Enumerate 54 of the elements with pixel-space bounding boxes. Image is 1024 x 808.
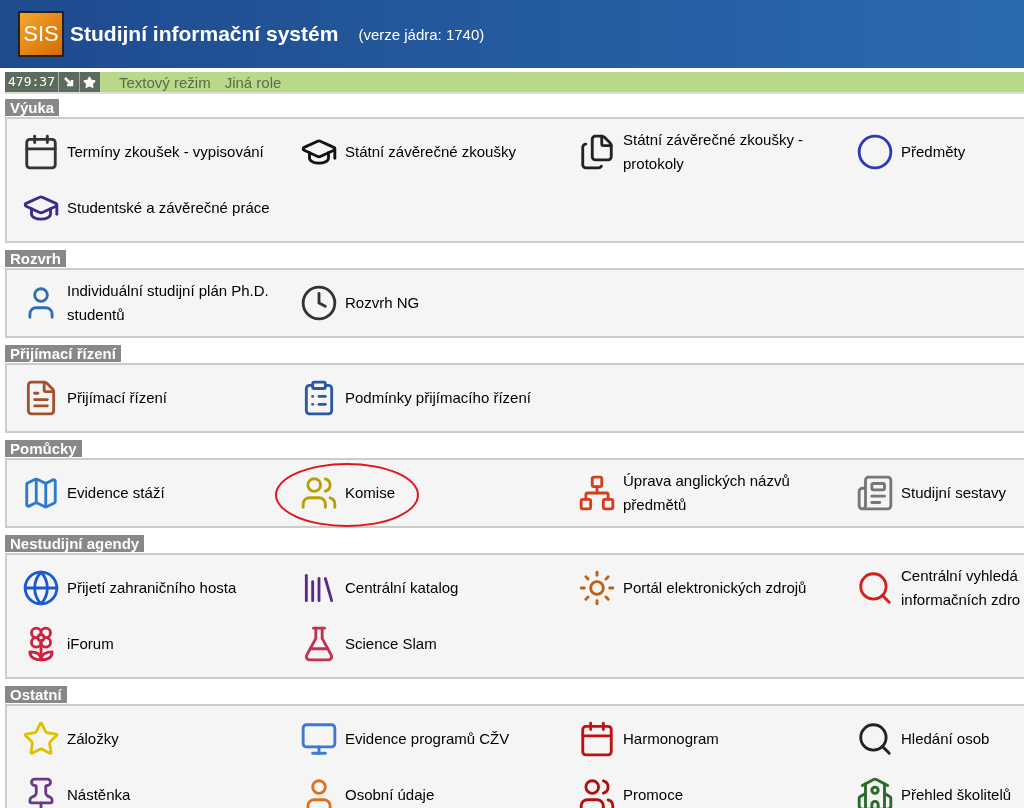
menu-link[interactable]: Termíny zkoušek - vypisování	[19, 124, 264, 180]
menu-link[interactable]: Přijetí zahraničního hosta	[19, 560, 237, 616]
menu-link[interactable]: Evidence programů CŽV	[297, 711, 510, 767]
menu-link[interactable]: Hledání osob	[853, 711, 990, 767]
menu-link[interactable]: Science Slam	[297, 616, 437, 672]
menu-link[interactable]: Promoce	[575, 767, 684, 808]
arrow-icon	[62, 76, 75, 88]
toolbar-link[interactable]: Jiná role	[224, 73, 282, 91]
clock-icon	[300, 284, 338, 322]
section-title: Rozvrh	[5, 250, 66, 267]
menu-link[interactable]: Státní závěrečné zkoušky	[297, 124, 516, 180]
documents-icon	[578, 133, 616, 171]
section-title: Přijímací řízení	[5, 345, 121, 362]
toolbar-link[interactable]: Textový režim	[118, 73, 211, 91]
menu-link[interactable]: Přijímací řízení	[19, 370, 168, 426]
version-text: (verze jádra: 1740)	[358, 25, 485, 43]
menu-link[interactable]: Komise	[297, 465, 396, 521]
menu-link[interactable]: Předměty	[853, 124, 966, 180]
section-title: Nestudijní agendy	[5, 535, 145, 552]
menu-link[interactable]: Studijní sestavy	[853, 465, 1007, 521]
calendar-icon	[578, 720, 616, 758]
magnifier-icon	[856, 720, 894, 758]
menu-link[interactable]: iForum	[19, 616, 114, 672]
menu-link[interactable]: Portál elektronických zdrojů	[575, 560, 807, 616]
calendar-icon	[22, 133, 60, 171]
menu-link[interactable]: Rozvrh NG	[297, 275, 420, 331]
menu-link[interactable]: Nástěnka	[19, 767, 131, 808]
monitor-icon	[300, 720, 338, 758]
globe-icon	[22, 569, 60, 607]
menu-link[interactable]: Podmínky přijímacího řízení	[297, 370, 531, 426]
menu-link[interactable]: Osobní údaje	[297, 767, 435, 808]
people-icon	[300, 474, 338, 512]
arrow-button[interactable]	[57, 72, 79, 92]
menu-link[interactable]: Záložky	[19, 711, 119, 767]
menu-link[interactable]: Evidence stáží	[19, 465, 165, 521]
menu-link[interactable]: Úprava anglických názvů předmětů	[575, 465, 843, 521]
menu-link[interactable]: Harmonogram	[575, 711, 719, 767]
app-title: Studijní informační systém	[70, 22, 339, 46]
document-icon	[856, 474, 894, 512]
magnifier-icon	[856, 569, 894, 607]
menu-link[interactable]: Centrální vyhledá informačních zdro	[853, 560, 1024, 616]
menu-link[interactable]: Individuální studijní plán Ph.D. studentů	[19, 275, 287, 331]
section-title: Ostatní	[5, 686, 67, 703]
menu-link[interactable]: Centrální katalog	[297, 560, 459, 616]
bookmark-button[interactable]	[78, 72, 100, 92]
star-icon	[22, 720, 60, 758]
section-title: Pomůcky	[5, 440, 82, 457]
section-title: Výuka	[5, 99, 60, 116]
star-icon	[83, 75, 97, 89]
menu-link[interactable]: Studentské a závěrečné práce	[19, 180, 270, 236]
menu-link[interactable]: Přehled školitelů	[853, 767, 1012, 808]
session-timer: 479:37	[5, 72, 58, 92]
menu-link[interactable]: Státní závěrečné zkoušky - protokoly	[575, 124, 843, 180]
people-icon	[578, 776, 616, 808]
